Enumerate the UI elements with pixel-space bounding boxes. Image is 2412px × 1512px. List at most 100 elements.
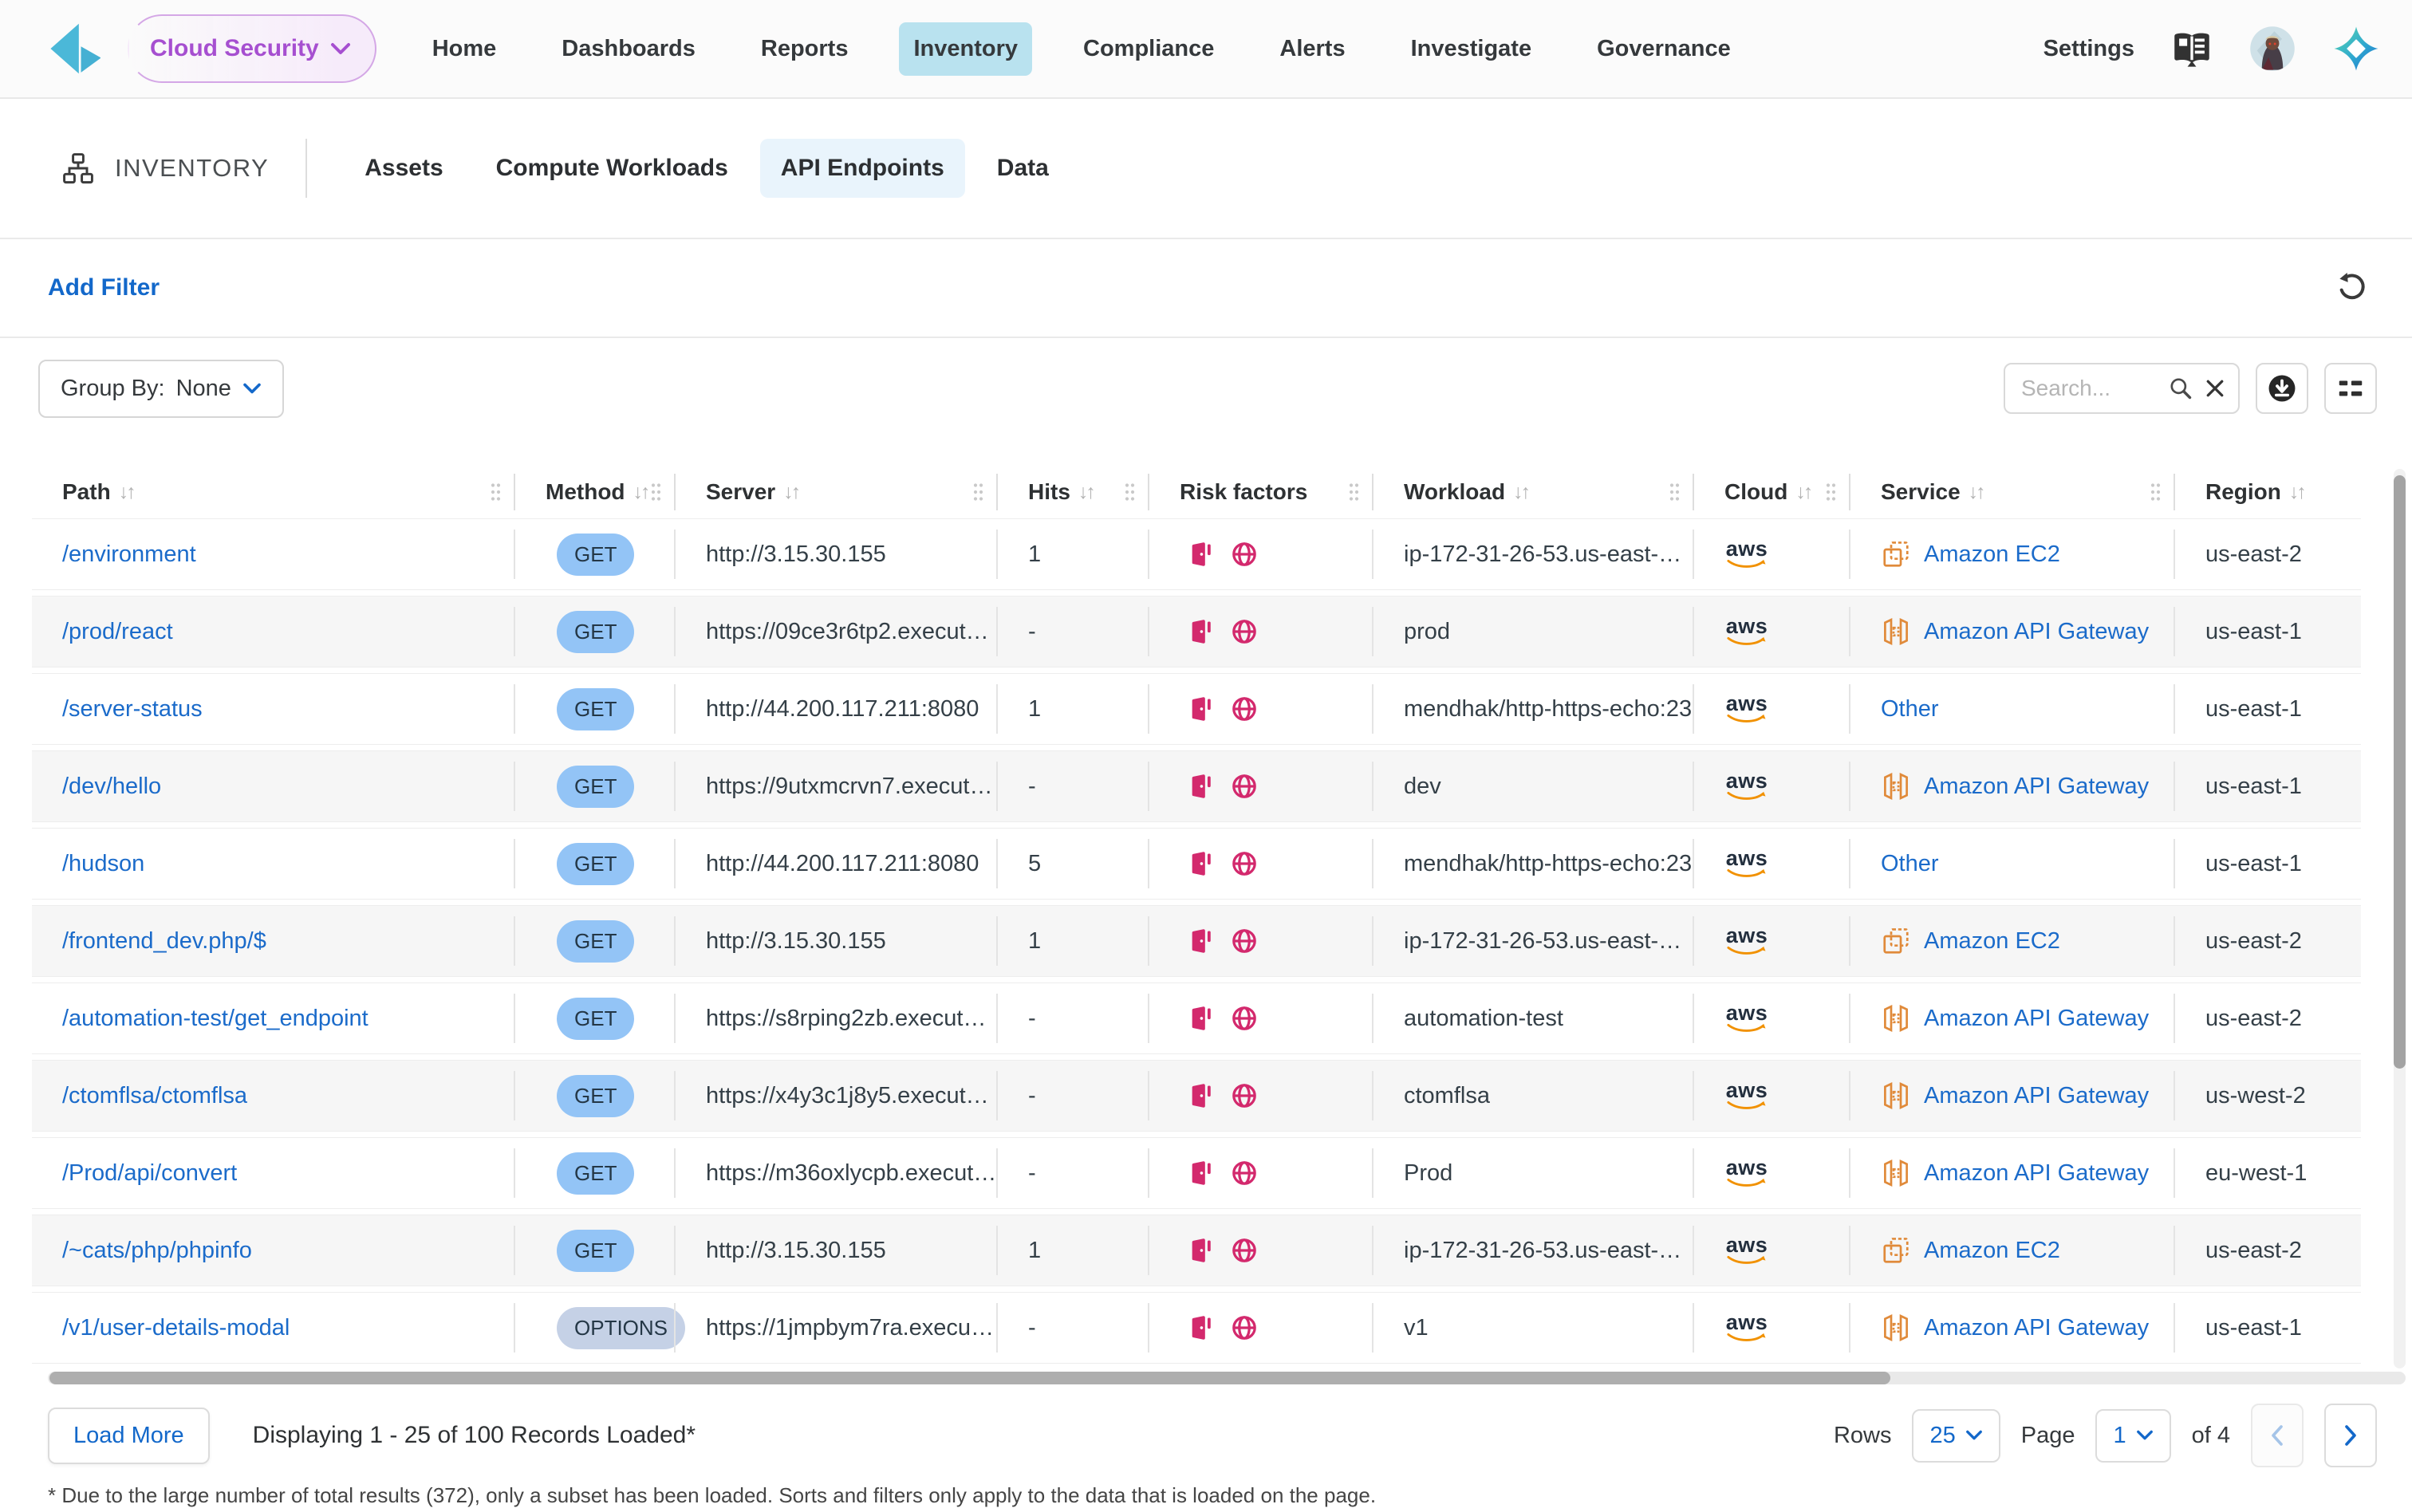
horizontal-scrollbar-thumb[interactable] xyxy=(49,1372,1890,1384)
service-link[interactable]: Amazon API Gateway xyxy=(1924,619,2149,645)
table-row[interactable]: /ctomflsa/ctomflsaGEThttps://x4y3c1j8y5.… xyxy=(32,1060,2361,1132)
vertical-scrollbar-thumb[interactable] xyxy=(2394,475,2406,1069)
group-by-dropdown[interactable]: Group By: None xyxy=(38,360,284,418)
service-link[interactable]: Other xyxy=(1881,851,1939,877)
aws-logo-icon: aws xyxy=(1724,1235,1769,1265)
table-row[interactable]: /dev/helloGEThttps://9utxmcrvn7.execute-… xyxy=(32,750,2361,822)
nav-item-governance[interactable]: Governance xyxy=(1582,22,1745,76)
drag-handle-icon[interactable] xyxy=(489,482,503,503)
path-link[interactable]: /environment xyxy=(62,541,196,568)
drag-handle-icon[interactable] xyxy=(1123,482,1137,503)
service-link[interactable]: Amazon EC2 xyxy=(1924,1238,2060,1264)
column-settings-button[interactable] xyxy=(2324,363,2377,414)
load-more-button[interactable]: Load More xyxy=(48,1408,210,1464)
previous-page-button[interactable] xyxy=(2251,1404,2304,1467)
path-link[interactable]: /ctomflsa/ctomflsa xyxy=(62,1083,247,1109)
drag-handle-icon[interactable] xyxy=(1668,482,1681,503)
user-avatar[interactable] xyxy=(2249,26,2296,72)
cell-region: us-east-1 xyxy=(2175,829,2361,899)
unauthenticated-access-icon xyxy=(1188,927,1215,955)
nav-item-reports[interactable]: Reports xyxy=(747,22,863,76)
sort-icon[interactable]: ↓↑ xyxy=(2289,481,2304,504)
nav-item-inventory[interactable]: Inventory xyxy=(899,22,1032,76)
table-row[interactable]: /environmentGEThttp://3.15.30.1551ip-172… xyxy=(32,518,2361,590)
horizontal-scrollbar[interactable] xyxy=(48,1372,2406,1384)
table-row[interactable]: /prod/reactGEThttps://09ce3r6tp2.execute… xyxy=(32,596,2361,667)
path-link[interactable]: /v1/user-details-modal xyxy=(62,1315,290,1341)
path-link[interactable]: /automation-test/get_endpoint xyxy=(62,1006,368,1032)
service-link[interactable]: Amazon EC2 xyxy=(1924,541,2060,568)
sort-icon[interactable]: ↓↑ xyxy=(1795,481,1811,504)
table-row[interactable]: /v1/user-details-modalOPTIONShttps://1jm… xyxy=(32,1292,2361,1364)
table-row[interactable]: /frontend_dev.php/$GEThttp://3.15.30.155… xyxy=(32,905,2361,977)
drag-handle-icon[interactable] xyxy=(972,482,985,503)
service-link[interactable]: Amazon API Gateway xyxy=(1924,774,2149,800)
table-row[interactable]: /~cats/php/phpinfoGEThttp://3.15.30.1551… xyxy=(32,1215,2361,1286)
table-row[interactable]: /server-statusGEThttp://44.200.117.211:8… xyxy=(32,673,2361,745)
drag-handle-icon[interactable] xyxy=(649,482,663,503)
path-link[interactable]: /frontend_dev.php/$ xyxy=(62,928,266,955)
chevron-down-icon xyxy=(1965,1430,1983,1441)
service-link[interactable]: Amazon API Gateway xyxy=(1924,1083,2149,1109)
service-link[interactable]: Amazon API Gateway xyxy=(1924,1160,2149,1187)
cell-workload: prod xyxy=(1374,597,1694,667)
sort-icon[interactable]: ↓↑ xyxy=(1969,481,1984,504)
service-link[interactable]: Amazon EC2 xyxy=(1924,928,2060,955)
service: Other xyxy=(1881,851,1939,877)
assistant-sparkle-icon[interactable] xyxy=(2332,25,2380,73)
drag-handle-icon[interactable] xyxy=(1347,482,1361,503)
export-download-button[interactable] xyxy=(2256,363,2308,414)
product-switcher[interactable]: Cloud Security xyxy=(128,14,376,83)
path-link[interactable]: /Prod/api/convert xyxy=(62,1160,237,1187)
nav-item-home[interactable]: Home xyxy=(418,22,511,76)
clear-search-icon[interactable] xyxy=(2203,376,2227,400)
drag-handle-icon[interactable] xyxy=(1824,482,1838,503)
sort-icon[interactable]: ↓↑ xyxy=(1513,481,1528,504)
reset-filters-icon[interactable] xyxy=(2335,270,2367,306)
path-link[interactable]: /server-status xyxy=(62,696,203,723)
page-label: Page xyxy=(2021,1423,2075,1449)
path-link[interactable]: /~cats/php/phpinfo xyxy=(62,1238,252,1264)
sort-icon[interactable]: ↓↑ xyxy=(633,481,648,504)
nav-item-alerts[interactable]: Alerts xyxy=(1265,22,1359,76)
settings-button[interactable]: Settings xyxy=(2044,36,2134,62)
nav-item-investigate[interactable]: Investigate xyxy=(1397,22,1547,76)
sort-icon[interactable]: ↓↑ xyxy=(119,481,134,504)
tab-compute-workloads[interactable]: Compute Workloads xyxy=(475,139,749,198)
tab-api-endpoints[interactable]: API Endpoints xyxy=(760,139,965,198)
rows-label: Rows xyxy=(1834,1423,1892,1449)
search-input[interactable] xyxy=(2021,376,2158,401)
service-link[interactable]: Other xyxy=(1881,696,1939,723)
path-link[interactable]: /hudson xyxy=(62,851,144,877)
cell-service: Amazon EC2 xyxy=(1850,519,2175,589)
tab-data[interactable]: Data xyxy=(976,139,1070,198)
unauthenticated-access-icon xyxy=(1188,1005,1215,1032)
rows-per-page-select[interactable]: 25 xyxy=(1912,1409,2000,1463)
tab-assets[interactable]: Assets xyxy=(344,139,463,198)
sort-icon[interactable]: ↓↑ xyxy=(783,481,798,504)
inventory-subnav: INVENTORY AssetsCompute WorkloadsAPI End… xyxy=(0,99,2412,239)
docs-book-icon[interactable] xyxy=(2171,30,2213,67)
service-link[interactable]: Amazon API Gateway xyxy=(1924,1006,2149,1032)
cell-hits: 5 xyxy=(998,829,1149,899)
next-page-button[interactable] xyxy=(2324,1404,2377,1467)
table-row[interactable]: /hudsonGEThttp://44.200.117.211:80805men… xyxy=(32,828,2361,900)
aws-swoosh xyxy=(1727,791,1767,801)
internet-exposed-icon xyxy=(1231,695,1258,723)
nav-item-dashboards[interactable]: Dashboards xyxy=(547,22,710,76)
drag-handle-icon[interactable] xyxy=(2149,482,2162,503)
cell-hits: - xyxy=(998,751,1149,821)
vertical-scrollbar[interactable] xyxy=(2394,469,2406,1368)
column-label: Workload xyxy=(1404,479,1505,505)
path-link[interactable]: /dev/hello xyxy=(62,774,161,800)
table-row[interactable]: /Prod/api/convertGEThttps://m36oxlycpb.e… xyxy=(32,1137,2361,1209)
page-select[interactable]: 1 xyxy=(2095,1409,2170,1463)
path-link[interactable]: /prod/react xyxy=(62,619,173,645)
nav-item-compliance[interactable]: Compliance xyxy=(1069,22,1228,76)
service-link[interactable]: Amazon API Gateway xyxy=(1924,1315,2149,1341)
aws-swoosh xyxy=(1727,1101,1767,1111)
table-row[interactable]: /automation-test/get_endpointGEThttps://… xyxy=(32,982,2361,1054)
sort-icon[interactable]: ↓↑ xyxy=(1078,481,1094,504)
add-filter-button[interactable]: Add Filter xyxy=(48,274,160,301)
region-text: us-east-2 xyxy=(2205,1238,2302,1264)
